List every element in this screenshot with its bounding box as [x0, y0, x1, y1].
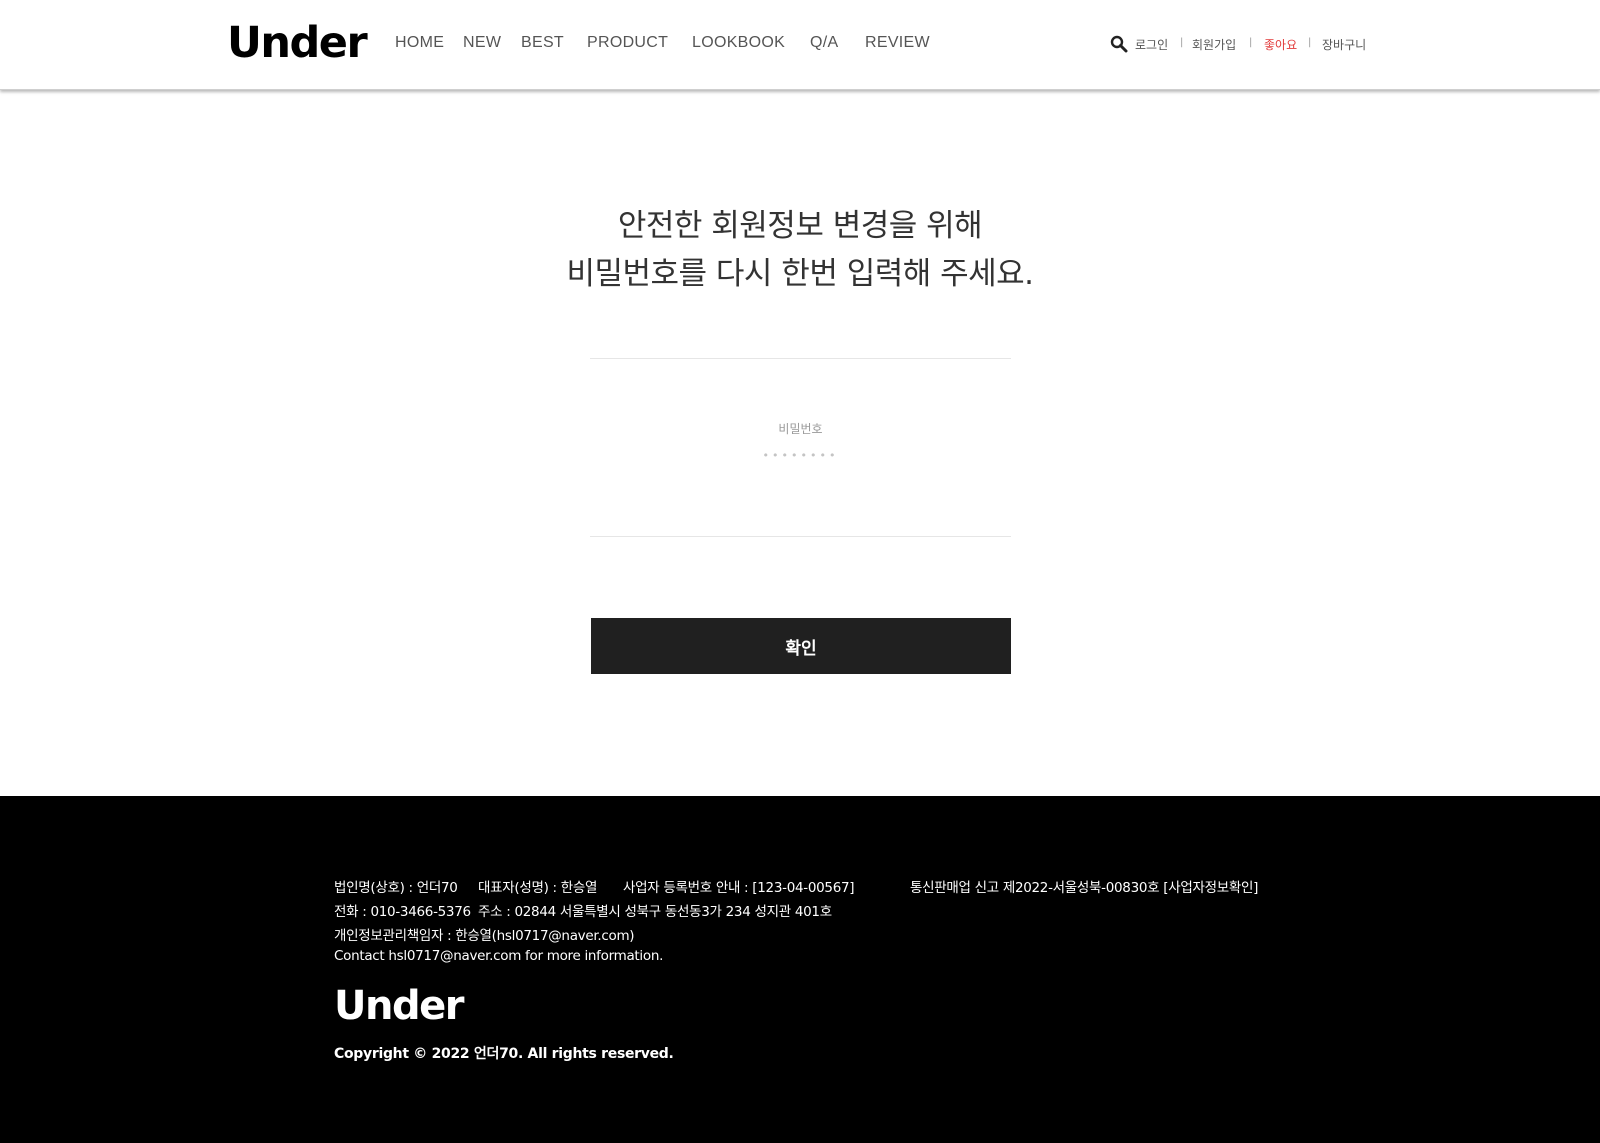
footer-contact: Contact hsl0717@naver.com for more infor…	[334, 948, 664, 964]
site-logo[interactable]: Under	[227, 18, 368, 68]
footer-mail-order: 통신판매업 신고 제2022-서울성북-00830호 [사업자정보확인]	[910, 876, 1258, 896]
util-separator: |	[1249, 37, 1253, 48]
footer-address: 주소 : 02844 서울특별시 성북구 동선동3가 234 성지관 401호	[478, 904, 832, 920]
footer-ceo: 대표자(성명) : 한승열	[478, 880, 598, 896]
search-icon[interactable]	[1110, 35, 1128, 53]
footer-logo: Under	[334, 983, 464, 1029]
divider	[590, 358, 1011, 359]
footer-mail-order-text: 통신판매업 신고 제2022-서울성북-00830호	[910, 880, 1160, 896]
footer-company: 법인명(상호) : 언더70	[334, 880, 458, 896]
footer-phone: 전화 : 010-3466-5376	[334, 904, 471, 920]
headline-line-2: 비밀번호를 다시 한번 입력해 주세요.	[566, 256, 1034, 292]
like-link[interactable]: 좋아요	[1264, 36, 1297, 53]
page-title: 안전한 회원정보 변경을 위해 비밀번호를 다시 한번 입력해 주세요.	[0, 202, 1600, 298]
util-separator: |	[1180, 37, 1184, 48]
util-separator: |	[1308, 37, 1312, 48]
nav-new[interactable]: NEW	[463, 34, 501, 52]
divider	[590, 536, 1011, 537]
footer-privacy-officer: 개인정보관리책임자 : 한승열(hsl0717@naver.com)	[334, 928, 635, 944]
nav-review[interactable]: REVIEW	[865, 34, 930, 52]
password-input[interactable]	[650, 442, 951, 468]
site-header: Under HOME NEW BEST PRODUCT LOOKBOOK Q/A…	[0, 0, 1600, 90]
footer-business-no: 사업자 등록번호 안내 : [123-04-00567]	[623, 880, 855, 896]
footer-copyright: Copyright © 2022 언더70. All rights reserv…	[334, 1046, 674, 1062]
headline-line-1: 안전한 회원정보 변경을 위해	[617, 208, 983, 244]
confirm-button[interactable]: 확인	[591, 618, 1011, 674]
password-check-section: 안전한 회원정보 변경을 위해 비밀번호를 다시 한번 입력해 주세요. 비밀번…	[0, 90, 1600, 796]
password-label: 비밀번호	[778, 422, 823, 436]
cart-link[interactable]: 장바구니	[1322, 36, 1366, 53]
nav-lookbook[interactable]: LOOKBOOK	[692, 34, 785, 52]
business-info-link[interactable]: [사업자정보확인]	[1163, 880, 1258, 896]
site-footer: 법인명(상호) : 언더70 대표자(성명) : 한승열 사업자 등록번호 안내…	[0, 796, 1600, 1143]
nav-home[interactable]: HOME	[395, 34, 444, 52]
nav-product[interactable]: PRODUCT	[587, 34, 668, 52]
login-link[interactable]: 로그인	[1135, 36, 1168, 53]
nav-best[interactable]: BEST	[521, 34, 564, 52]
signup-link[interactable]: 회원가입	[1192, 36, 1236, 53]
nav-qa[interactable]: Q/A	[810, 34, 838, 52]
